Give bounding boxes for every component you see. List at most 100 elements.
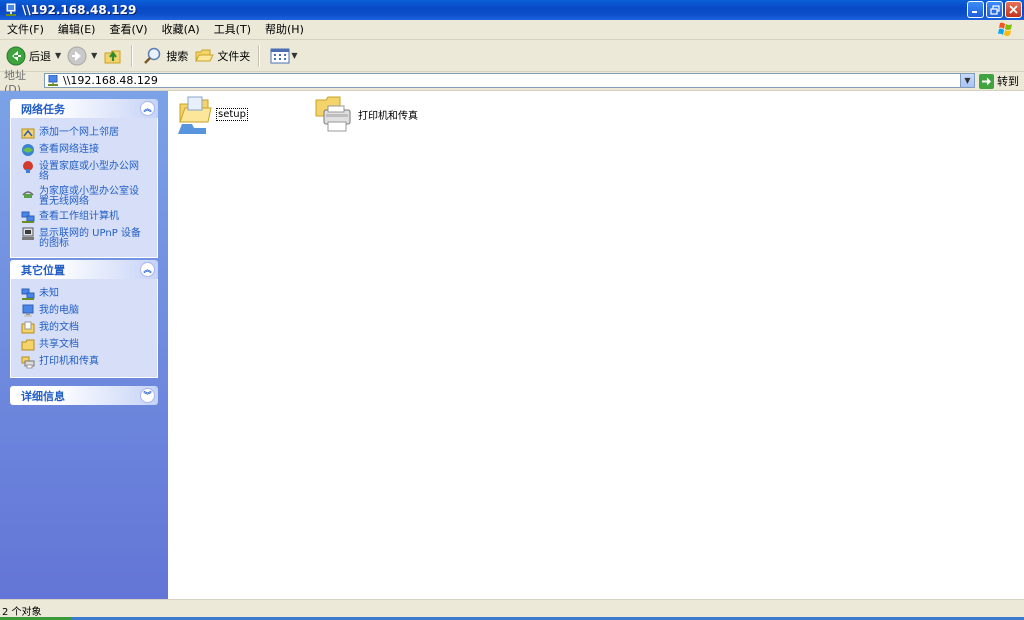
views-icon: [270, 48, 290, 63]
task-label: 查看工作组计算机: [39, 211, 119, 222]
address-value: \\192.168.48.129: [63, 74, 158, 87]
place-label: 未知: [39, 288, 59, 299]
shared-folder-icon: [21, 339, 35, 351]
menu-help[interactable]: 帮助(H): [258, 20, 311, 39]
workgroup-computers-icon: [21, 211, 35, 223]
network-tasks-title: 网络任务: [21, 102, 65, 116]
place-shared-documents[interactable]: 共享文档: [11, 336, 157, 353]
views-dropdown-icon[interactable]: ▼: [291, 51, 297, 60]
shared-folder-icon: [178, 96, 212, 134]
forward-dropdown-icon[interactable]: ▼: [91, 51, 97, 60]
status-bar: 2 个对象: [0, 599, 1024, 620]
toolbar-separator: [131, 44, 134, 67]
task-view-workgroup-computers[interactable]: 查看工作组计算机: [11, 208, 157, 225]
go-arrow-icon: [979, 73, 994, 89]
address-dropdown-icon[interactable]: ▼: [960, 74, 974, 87]
search-label: 搜索: [166, 49, 189, 63]
printer-icon: [21, 356, 35, 369]
task-label: 设置家庭或小型办公网络: [39, 161, 139, 182]
back-label: 后退: [29, 49, 51, 63]
place-label: 共享文档: [39, 339, 79, 350]
up-folder-button[interactable]: [103, 43, 123, 69]
task-pane: 网络任务 ︽ 添加一个网上邻居 查看网络连接 设置家庭或小型办公网络 为家庭或小…: [0, 91, 168, 599]
printer-folder-icon: [315, 96, 351, 132]
folders-button[interactable]: 文件夹: [194, 43, 250, 69]
title-bar: \\192.168.48.129: [0, 0, 1024, 20]
window-title: \\192.168.48.129: [22, 3, 137, 17]
forward-arrow-icon: [67, 46, 87, 65]
back-dropdown-icon[interactable]: ▼: [55, 51, 61, 60]
file-item-printers-and-faxes[interactable]: 打印机和传真: [314, 94, 418, 134]
place-my-documents[interactable]: 我的文档: [11, 319, 157, 336]
toolbar: 后退 ▼ ▼ 搜索 文件夹 ▼: [0, 40, 1024, 72]
task-label: 显示联网的 UPnP 设备的图标: [39, 228, 141, 249]
collapse-chevron-icon[interactable]: ︽: [140, 262, 155, 277]
workgroup-computers-icon: [21, 288, 35, 300]
back-button[interactable]: 后退 ▼: [6, 43, 61, 69]
network-tasks-header[interactable]: 网络任务 ︽: [10, 99, 158, 118]
toolbar-separator: [258, 44, 261, 67]
restore-button[interactable]: [986, 1, 1003, 18]
file-view[interactable]: setup 打印机和传真: [168, 91, 1024, 599]
menu-view[interactable]: 查看(V): [102, 20, 154, 39]
my-computer-icon: [22, 304, 34, 317]
search-icon: [144, 47, 161, 64]
file-label: 打印机和传真: [358, 110, 418, 122]
windows-logo-icon: [998, 22, 1012, 36]
minimize-button[interactable]: [967, 1, 984, 18]
menu-tools[interactable]: 工具(T): [207, 20, 258, 39]
details-header[interactable]: 详细信息 ︾: [10, 386, 158, 405]
network-tasks-panel: 网络任务 ︽ 添加一个网上邻居 查看网络连接 设置家庭或小型办公网络 为家庭或小…: [10, 99, 158, 258]
task-setup-home-network[interactable]: 设置家庭或小型办公网络: [11, 158, 157, 183]
place-label: 我的文档: [39, 322, 79, 333]
task-label: 添加一个网上邻居: [39, 127, 119, 138]
other-places-panel: 其它位置 ︽ 未知 我的电脑 我的文档 共享文档 打印机和传真: [10, 260, 158, 378]
other-places-header[interactable]: 其它位置 ︽: [10, 260, 158, 279]
network-tasks-body: 添加一个网上邻居 查看网络连接 设置家庭或小型办公网络 为家庭或小型办公室设置无…: [10, 118, 158, 258]
place-label: 打印机和传真: [39, 356, 99, 367]
network-computer-icon: [48, 74, 58, 86]
menu-edit[interactable]: 编辑(E): [51, 20, 103, 39]
task-show-upnp-icons[interactable]: 显示联网的 UPnP 设备的图标: [11, 225, 157, 250]
my-documents-icon: [21, 321, 35, 334]
task-label: 为家庭或小型办公室设置无线网络: [39, 186, 139, 207]
menu-favorites[interactable]: 收藏(A): [155, 20, 207, 39]
expand-chevron-icon[interactable]: ︾: [140, 388, 155, 403]
task-add-network-place[interactable]: 添加一个网上邻居: [11, 124, 157, 141]
folders-icon: [195, 49, 215, 61]
close-icon: [1009, 5, 1018, 14]
file-item-setup[interactable]: setup: [176, 94, 248, 134]
details-panel: 详细信息 ︾: [10, 386, 158, 405]
add-network-place-icon: [21, 128, 35, 139]
up-folder-icon: [104, 50, 121, 63]
views-button[interactable]: ▼: [270, 43, 297, 69]
place-my-computer[interactable]: 我的电脑: [11, 302, 157, 319]
other-places-body: 未知 我的电脑 我的文档 共享文档 打印机和传真: [10, 279, 158, 378]
details-title: 详细信息: [21, 389, 65, 403]
menu-bar: 文件(F) 编辑(E) 查看(V) 收藏(A) 工具(T) 帮助(H): [0, 20, 1024, 40]
place-label: 我的电脑: [39, 305, 79, 316]
collapse-chevron-icon[interactable]: ︽: [140, 101, 155, 116]
task-setup-wireless-network[interactable]: 为家庭或小型办公室设置无线网络: [11, 183, 157, 208]
address-bar: 地址(D) \\192.168.48.129 ▼ 转到: [0, 69, 1024, 96]
status-text: 2 个对象: [2, 607, 42, 618]
restore-icon: [989, 4, 1000, 15]
file-label: setup: [216, 107, 248, 121]
forward-button[interactable]: ▼: [67, 43, 97, 69]
task-label: 查看网络连接: [39, 144, 99, 155]
go-button[interactable]: 转到: [979, 73, 1019, 89]
close-button[interactable]: [1005, 1, 1022, 18]
back-arrow-icon: [6, 46, 26, 65]
menu-file[interactable]: 文件(F): [0, 20, 51, 39]
place-unknown[interactable]: 未知: [11, 285, 157, 302]
place-printers-and-faxes[interactable]: 打印机和传真: [11, 353, 157, 370]
search-button[interactable]: 搜索: [143, 43, 188, 69]
upnp-device-icon: [22, 227, 34, 240]
other-places-title: 其它位置: [21, 263, 65, 277]
folders-label: 文件夹: [217, 49, 251, 63]
network-connections-icon: [22, 144, 34, 156]
address-input[interactable]: \\192.168.48.129 ▼: [44, 73, 975, 88]
minimize-icon: [972, 11, 977, 13]
task-view-network-connections[interactable]: 查看网络连接: [11, 141, 157, 158]
network-folder-icon: [6, 3, 16, 16]
